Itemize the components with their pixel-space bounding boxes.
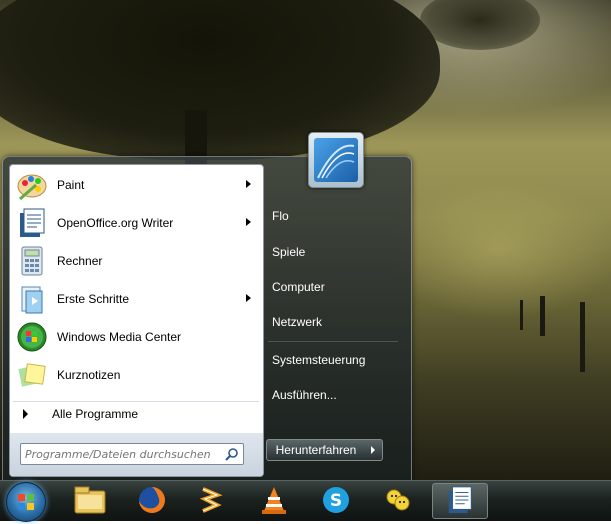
start-menu: Paint OpenOffice.org Writer Rechner Erst… [2, 156, 412, 482]
fence-post [540, 296, 545, 336]
writer-icon [445, 485, 475, 518]
search-area [10, 433, 263, 476]
calculator-icon [15, 244, 49, 278]
taskbar-skype[interactable]: S [312, 483, 360, 519]
writer-icon [15, 206, 49, 240]
taskbar-writer-active[interactable] [432, 483, 488, 519]
vlc-icon [259, 485, 289, 518]
taskbar-messenger[interactable] [374, 483, 422, 519]
program-label: Windows Media Center [57, 330, 182, 344]
right-item-user[interactable]: Flo [272, 209, 289, 223]
taskbar-winamp[interactable] [186, 483, 234, 519]
program-item-getting-started[interactable]: Erste Schritte [13, 281, 259, 317]
right-item-games[interactable]: Spiele [272, 245, 305, 259]
firefox-icon [136, 484, 168, 519]
sticky-notes-icon [15, 358, 49, 392]
winamp-icon [195, 485, 225, 518]
program-label: Kurznotizen [57, 368, 121, 382]
submenu-arrow-icon[interactable] [246, 180, 251, 188]
program-item-calculator[interactable]: Rechner [13, 243, 259, 279]
field-light [380, 180, 611, 320]
program-label: Erste Schritte [57, 292, 130, 306]
search-input[interactable] [25, 446, 215, 462]
tree-silhouette [0, 0, 440, 160]
right-separator [268, 341, 398, 342]
taskbar-firefox[interactable] [128, 483, 176, 519]
windows-logo-icon [18, 494, 34, 510]
program-item-paint[interactable]: Paint [13, 167, 259, 203]
fence-post [520, 300, 523, 330]
program-item-writer[interactable]: OpenOffice.org Writer [13, 205, 259, 241]
programs-pane: Paint OpenOffice.org Writer Rechner Erst… [9, 164, 264, 477]
program-label: OpenOffice.org Writer [57, 216, 174, 230]
search-icon[interactable] [225, 447, 239, 461]
program-item-media-center[interactable]: Windows Media Center [13, 319, 259, 355]
skype-icon: S [321, 485, 351, 518]
start-button[interactable] [6, 482, 46, 522]
right-item-run[interactable]: Ausführen... [272, 388, 337, 402]
distant-tree [420, 0, 540, 50]
right-item-network[interactable]: Netzwerk [272, 315, 322, 329]
shutdown-button[interactable]: Herunterfahren [266, 439, 366, 461]
messenger-icon [383, 485, 413, 518]
program-label: Paint [57, 178, 85, 192]
explorer-icon [73, 485, 107, 518]
taskbar: S [0, 480, 611, 521]
taskbar-explorer[interactable] [66, 483, 114, 519]
shutdown-options-button[interactable] [364, 439, 383, 461]
triangle-right-icon [23, 409, 28, 419]
program-item-sticky-notes[interactable]: Kurznotizen [13, 357, 259, 393]
submenu-arrow-icon[interactable] [246, 294, 251, 302]
taskbar-vlc[interactable] [250, 483, 298, 519]
svg-text:S: S [330, 491, 342, 511]
media-center-icon [15, 320, 49, 354]
all-programs-button[interactable]: Alle Programme [13, 401, 259, 426]
search-box[interactable] [20, 443, 244, 465]
program-label: Rechner [57, 254, 103, 268]
all-programs-label: Alle Programme [52, 407, 139, 421]
right-item-computer[interactable]: Computer [272, 280, 325, 294]
paint-icon [15, 168, 49, 202]
user-picture[interactable] [308, 132, 364, 188]
right-item-control-panel[interactable]: Systemsteuerung [272, 353, 365, 367]
user-avatar [314, 138, 358, 182]
fence-post [580, 302, 585, 372]
submenu-arrow-icon[interactable] [246, 218, 251, 226]
getting-started-icon [15, 282, 49, 316]
